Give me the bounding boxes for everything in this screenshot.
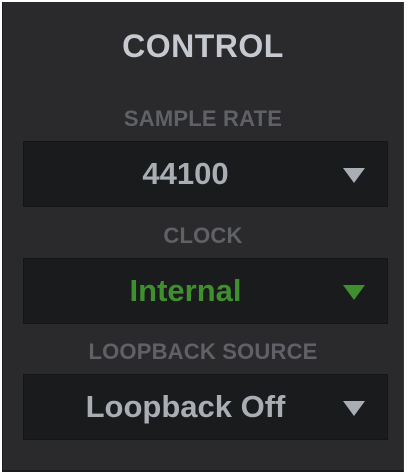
triangle-down-icon bbox=[343, 401, 365, 416]
triangle-down-icon bbox=[343, 285, 365, 300]
clock-label: CLOCK bbox=[163, 223, 243, 248]
loopback-source-label: LOOPBACK SOURCE bbox=[88, 339, 318, 364]
loopback-source-dropdown[interactable]: Loopback Off bbox=[23, 374, 388, 440]
sample-rate-dropdown[interactable]: 44100 bbox=[23, 141, 388, 207]
sample-rate-value: 44100 bbox=[142, 156, 229, 191]
panel-title: CONTROL bbox=[122, 28, 284, 64]
loopback-source-value: Loopback Off bbox=[85, 389, 286, 424]
control-panel: CONTROL SAMPLE RATE 44100 CLOCK Internal… bbox=[2, 2, 404, 472]
clock-value: Internal bbox=[129, 273, 242, 308]
triangle-down-icon bbox=[343, 168, 365, 183]
sample-rate-label: SAMPLE RATE bbox=[123, 106, 283, 131]
clock-dropdown[interactable]: Internal bbox=[23, 258, 388, 324]
